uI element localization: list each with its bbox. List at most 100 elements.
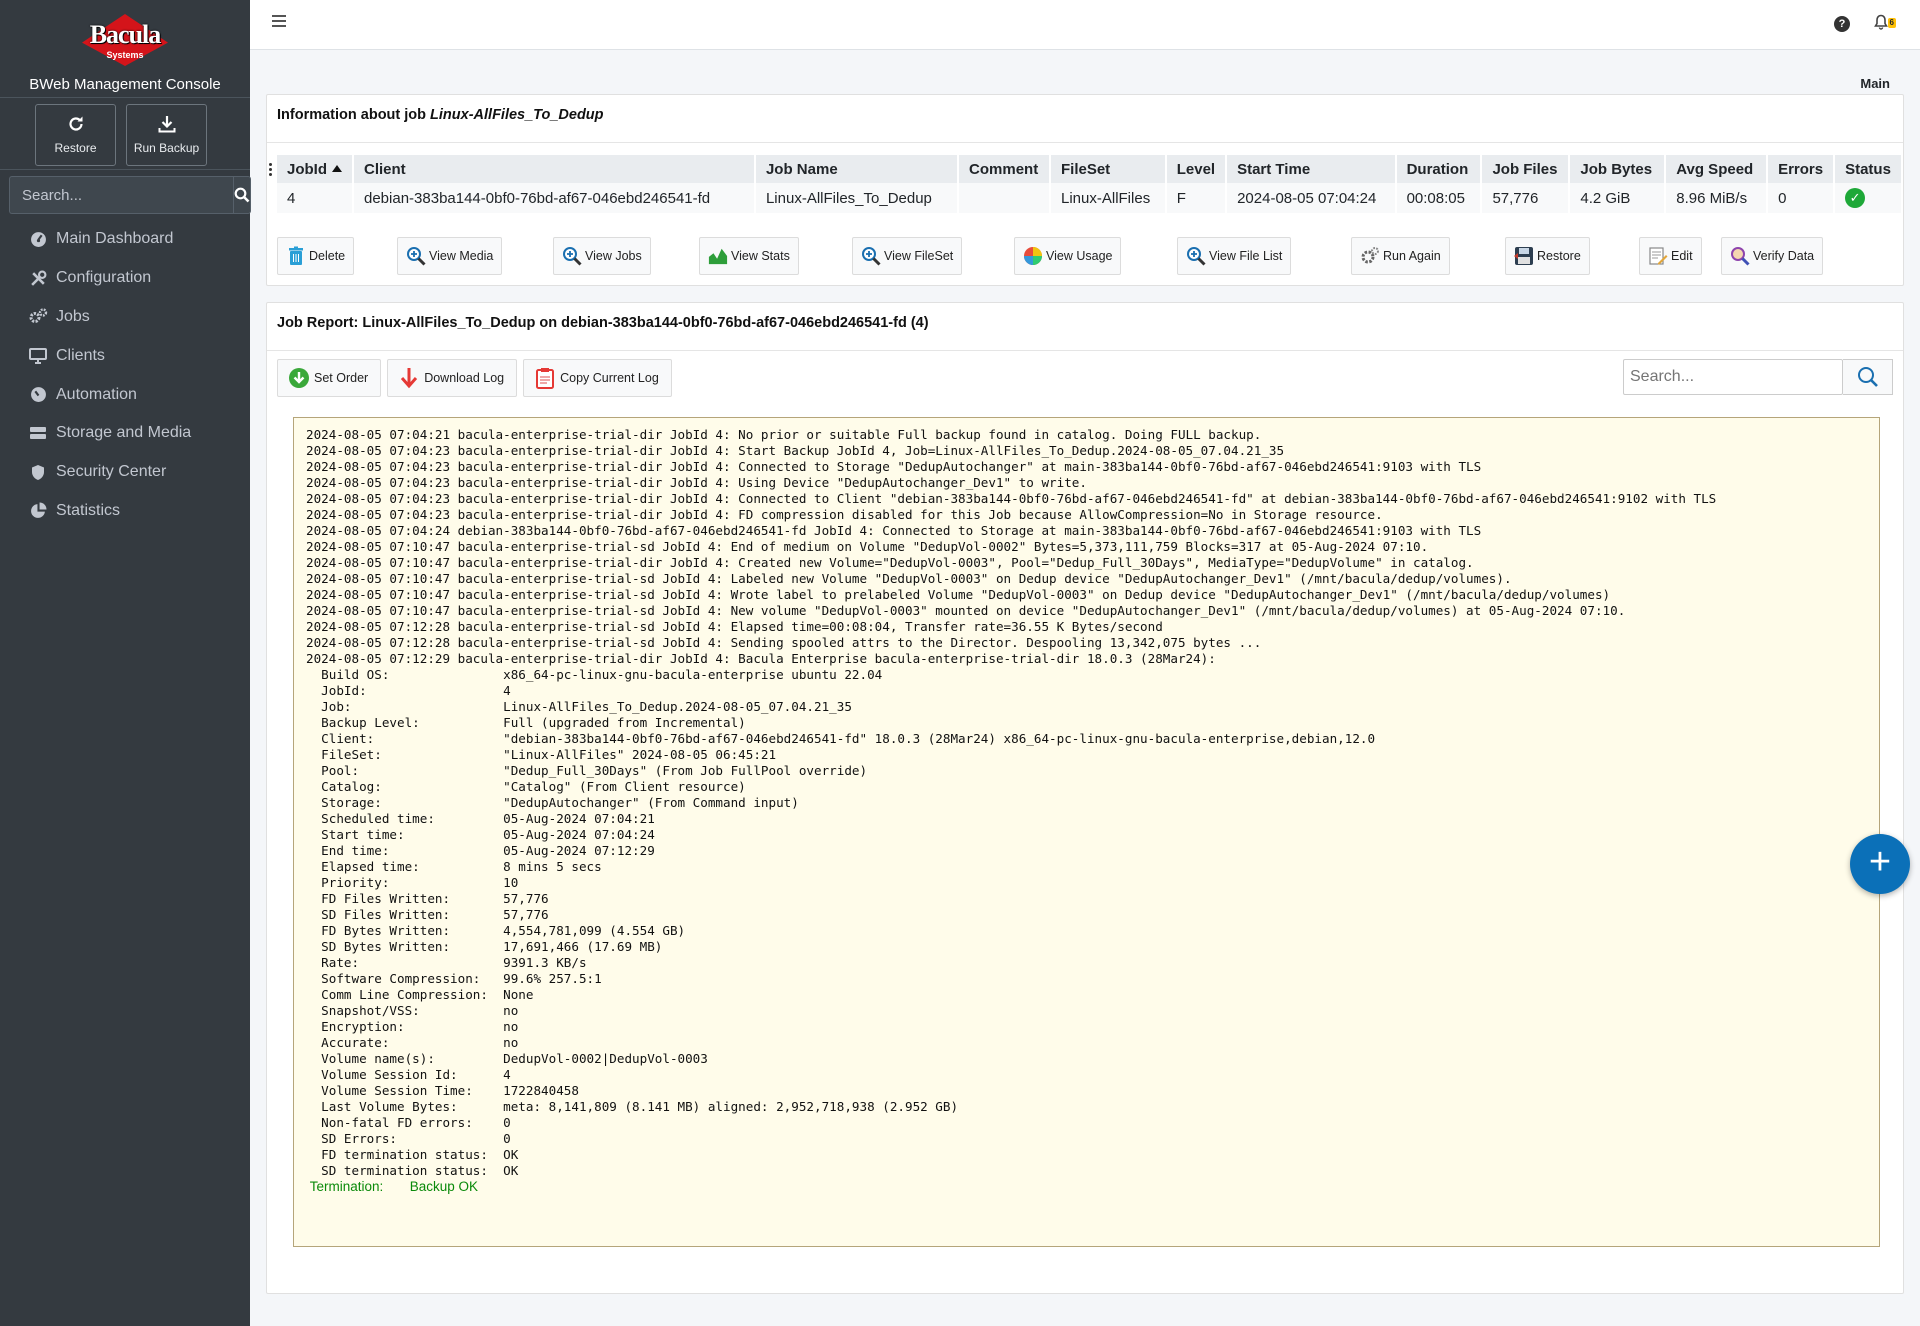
log-line: 2024-08-05 07:04:24 debian-383ba144-0bf0… — [306, 523, 1482, 538]
view-usage-button[interactable]: View Usage — [1014, 237, 1122, 275]
download-log-button[interactable]: Download Log — [387, 359, 518, 397]
sidebar-item-security-center[interactable]: Security Center — [0, 453, 250, 492]
job-log[interactable]: 2024-08-05 07:04:21 bacula-enterprise-tr… — [293, 417, 1880, 1247]
cell-level: F — [1165, 183, 1228, 213]
sidebar-item-label: Jobs — [56, 307, 90, 325]
cell-duration: 00:08:05 — [1395, 183, 1483, 213]
logo-text: Bacula — [89, 20, 162, 49]
sidebar-item-configuration[interactable]: Configuration — [0, 259, 250, 298]
col-errors[interactable]: Errors — [1767, 155, 1836, 183]
sidebar-item-label: Main Dashboard — [56, 230, 174, 248]
edit-button[interactable]: Edit — [1639, 237, 1702, 275]
column-menu-icon[interactable] — [269, 163, 273, 177]
sidebar-item-jobs[interactable]: Jobs — [0, 298, 250, 337]
log-line: Volume name(s): DedupVol-0002|DedupVol-0… — [306, 1051, 708, 1066]
log-line: Build OS: x86_64-pc-linux-gnu-bacula-ent… — [306, 667, 883, 682]
log-line: Snapshot/VSS: no — [306, 1003, 519, 1018]
col-status[interactable]: Status — [1834, 155, 1903, 183]
view-media-label: View Media — [429, 249, 494, 263]
run-again-button[interactable]: Run Again — [1351, 237, 1450, 275]
log-line: 2024-08-05 07:12:28 bacula-enterprise-tr… — [306, 635, 1262, 650]
col-jobid[interactable]: JobId — [277, 155, 354, 183]
sidebar-item-statistics[interactable]: Statistics — [0, 492, 250, 531]
breadcrumb[interactable]: Main — [1860, 76, 1890, 91]
zoom-icon — [1186, 246, 1206, 266]
cell-fileset: Linux-AllFiles — [1050, 183, 1167, 213]
set-order-button[interactable]: Set Order — [277, 359, 382, 397]
brand[interactable]: Bacula Systems BWeb Management Console — [0, 0, 250, 98]
view-stats-label: View Stats — [731, 249, 790, 263]
topbar: ? 6 — [250, 0, 1920, 50]
refresh-icon — [36, 115, 115, 137]
view-jobs-button[interactable]: View Jobs — [553, 237, 651, 275]
delete-button[interactable]: Delete — [277, 237, 355, 275]
log-line: 2024-08-05 07:10:47 bacula-enterprise-tr… — [306, 539, 1429, 554]
sidebar-item-automation[interactable]: Automation — [0, 375, 250, 414]
view-media-button[interactable]: View Media — [397, 237, 503, 275]
col-duration[interactable]: Duration — [1395, 155, 1483, 183]
verify-data-label: Verify Data — [1753, 249, 1815, 263]
view-file-list-button[interactable]: View File List — [1177, 237, 1292, 275]
log-line: 2024-08-05 07:10:47 bacula-enterprise-tr… — [306, 555, 1474, 570]
floppy-icon — [1514, 246, 1534, 266]
log-line: SD Files Written: 57,776 — [306, 907, 549, 922]
delete-label: Delete — [309, 249, 346, 263]
edit-icon — [1648, 246, 1668, 266]
termination-line: Termination: Backup OK — [306, 1179, 1867, 1195]
col-level[interactable]: Level — [1165, 155, 1228, 183]
area-chart-icon — [708, 246, 728, 266]
cell-avg-speed: 8.96 MiB/s — [1665, 183, 1769, 213]
hamburger-menu-icon[interactable] — [272, 15, 286, 27]
log-line: FD Files Written: 57,776 — [306, 891, 549, 906]
col-fileset[interactable]: FileSet — [1050, 155, 1167, 183]
col-job-files[interactable]: Job Files — [1481, 155, 1571, 183]
table-row[interactable]: 4 debian-383ba144-0bf0-76bd-af67-046ebd2… — [277, 183, 1903, 213]
sidebar-item-storage-and-media[interactable]: Storage and Media — [0, 414, 250, 453]
bacula-logo[interactable]: Bacula Systems — [70, 6, 180, 68]
search-icon — [1857, 367, 1878, 387]
log-line: Comm Line Compression: None — [306, 987, 534, 1002]
log-line: Priority: 10 — [306, 875, 519, 890]
help-icon[interactable]: ? — [1834, 16, 1850, 32]
view-fileset-button[interactable]: View FileSet — [852, 237, 963, 275]
gears-icon — [1360, 246, 1380, 266]
pie-icon — [1023, 246, 1043, 266]
table-header-row: JobId Client Job Name Comment FileSet Le… — [277, 155, 1903, 183]
col-avg-speed[interactable]: Avg Speed — [1665, 155, 1769, 183]
copy-current-log-button[interactable]: Copy Current Log — [523, 359, 672, 397]
log-line: 2024-08-05 07:04:23 bacula-enterprise-tr… — [306, 459, 1482, 474]
log-toolbar: Set Order Download Log Copy Current Log — [277, 359, 672, 397]
log-line: Client: "debian-383ba144-0bf0-76bd-af67-… — [306, 731, 1376, 746]
col-comment[interactable]: Comment — [958, 155, 1051, 183]
restore-button[interactable]: Restore — [35, 104, 116, 166]
col-start-time[interactable]: Start Time — [1226, 155, 1397, 183]
brand-title: BWeb Management Console — [29, 76, 221, 93]
shield-icon — [28, 464, 48, 481]
run-backup-button[interactable]: Run Backup — [126, 104, 207, 166]
log-search-input[interactable] — [1623, 359, 1843, 395]
cell-job-files: 57,776 — [1481, 183, 1571, 213]
add-fab-button[interactable]: + — [1850, 834, 1910, 894]
log-line: Storage: "DedupAutochanger" (From Comman… — [306, 795, 799, 810]
restore-job-button[interactable]: Restore — [1505, 237, 1590, 275]
download-icon — [127, 115, 206, 137]
sort-asc-icon — [332, 164, 342, 172]
col-job-name[interactable]: Job Name — [754, 155, 960, 183]
view-stats-button[interactable]: View Stats — [699, 237, 799, 275]
log-line: 2024-08-05 07:04:21 bacula-enterprise-tr… — [306, 427, 1262, 442]
sidebar-search-input[interactable] — [9, 176, 233, 214]
log-search — [1623, 359, 1893, 395]
pie-chart-icon — [28, 502, 48, 519]
verify-data-button[interactable]: Verify Data — [1721, 237, 1824, 275]
col-client[interactable]: Client — [353, 155, 756, 183]
bell-icon[interactable] — [1874, 14, 1888, 34]
log-line: FD Bytes Written: 4,554,781,099 (4.554 G… — [306, 923, 686, 938]
sidebar-item-clients[interactable]: Clients — [0, 336, 250, 375]
log-search-button[interactable] — [1843, 359, 1893, 395]
col-job-bytes[interactable]: Job Bytes — [1569, 155, 1667, 183]
log-line: Volume Session Id: 4 — [306, 1067, 511, 1082]
sidebar-search-button[interactable] — [233, 176, 251, 214]
sidebar-item-main-dashboard[interactable]: Main Dashboard — [0, 220, 250, 259]
cell-jobid: 4 — [277, 183, 354, 213]
restore-job-label: Restore — [1537, 249, 1581, 263]
